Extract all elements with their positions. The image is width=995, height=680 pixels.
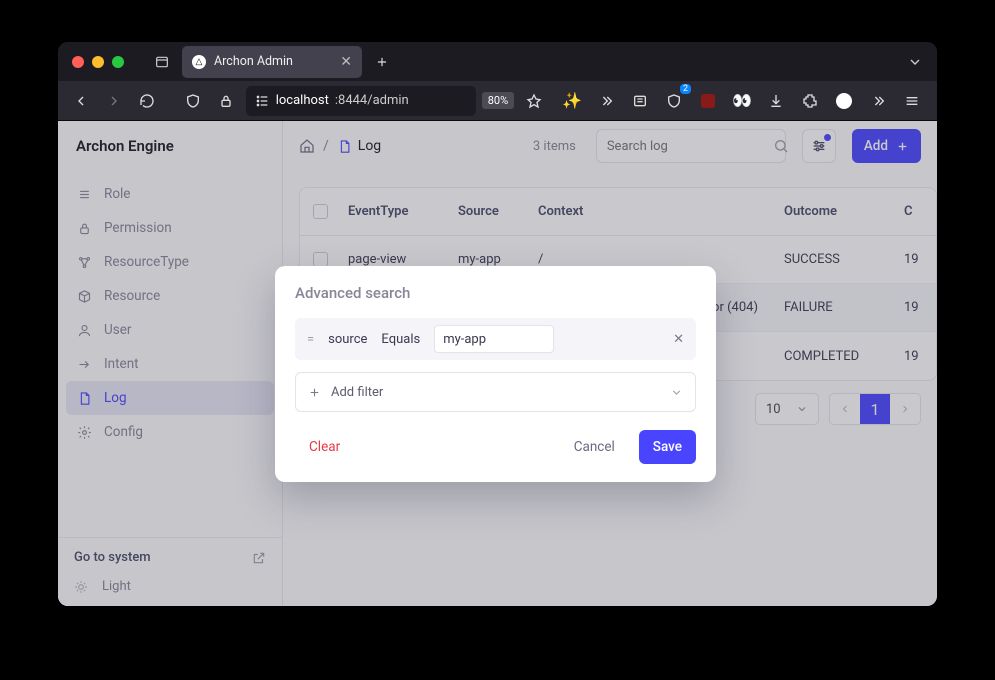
- cancel-button[interactable]: Cancel: [560, 430, 629, 464]
- reader-icon[interactable]: [625, 86, 655, 116]
- browser-tab[interactable]: △ Archon Admin ✕: [182, 46, 362, 78]
- minimize-window[interactable]: [92, 56, 104, 68]
- ext-circle-icon[interactable]: [829, 86, 859, 116]
- toolbar-overflow-icon[interactable]: [863, 86, 893, 116]
- tab-title: Archon Admin: [214, 54, 293, 69]
- save-button[interactable]: Save: [639, 430, 696, 464]
- clear-button[interactable]: Clear: [295, 430, 354, 464]
- filter-value: my-app: [443, 332, 486, 347]
- advanced-search-modal: Advanced search = source Equals my-app ✕…: [275, 266, 716, 482]
- ext-badge-count: 2: [680, 84, 691, 94]
- url-path: :8444/admin: [335, 93, 409, 108]
- browser-window: △ Archon Admin ✕ localhost :8444/admin 80…: [58, 42, 937, 606]
- zoom-badge[interactable]: 80%: [482, 92, 514, 109]
- tab-close-icon[interactable]: ✕: [340, 54, 352, 70]
- app-viewport: Archon Engine Role Permission ResourceTy…: [58, 121, 937, 606]
- filter-value-input[interactable]: my-app: [434, 325, 554, 353]
- titlebar: △ Archon Admin ✕: [58, 42, 937, 81]
- downloads-icon[interactable]: [761, 86, 791, 116]
- filter-row: = source Equals my-app ✕: [295, 318, 696, 360]
- window-controls: [72, 56, 124, 68]
- close-window[interactable]: [72, 56, 84, 68]
- ext-red-icon[interactable]: [693, 86, 723, 116]
- add-filter-label: Add filter: [331, 385, 383, 400]
- maximize-window[interactable]: [112, 56, 124, 68]
- ext-ublock-icon[interactable]: 2: [659, 86, 689, 116]
- url-bar[interactable]: localhost :8444/admin: [246, 86, 476, 116]
- plus-icon: [308, 386, 321, 399]
- url-host: localhost: [276, 93, 329, 108]
- lock-icon[interactable]: [213, 86, 240, 116]
- shield-icon[interactable]: [180, 86, 207, 116]
- remove-filter-icon[interactable]: ✕: [673, 332, 684, 347]
- tab-favicon: △: [192, 55, 206, 69]
- permissions-icon[interactable]: [254, 93, 270, 109]
- browser-toolbar: localhost :8444/admin 80% ✨ 2 👀: [58, 81, 937, 121]
- filter-op[interactable]: Equals: [381, 332, 420, 347]
- bookmark-star-icon[interactable]: [520, 86, 547, 116]
- chevron-down-icon: [670, 386, 683, 399]
- ext-sparkle-icon[interactable]: ✨: [557, 86, 587, 116]
- extensions-icon[interactable]: [795, 86, 825, 116]
- forward-button[interactable]: [101, 86, 128, 116]
- modal-title: Advanced search: [295, 284, 696, 302]
- ext-eyes-icon[interactable]: 👀: [727, 86, 757, 116]
- toolbar-extensions: ✨ 2 👀: [557, 86, 927, 116]
- sidebar-toggle-icon[interactable]: [148, 48, 176, 76]
- equals-icon: =: [307, 332, 314, 347]
- overflow-tabs-icon[interactable]: [901, 48, 929, 76]
- back-button[interactable]: [68, 86, 95, 116]
- reload-button[interactable]: [134, 86, 161, 116]
- ext-overflow-icon[interactable]: [591, 86, 621, 116]
- filter-field[interactable]: source: [328, 332, 367, 347]
- app-menu-icon[interactable]: [897, 86, 927, 116]
- modal-actions: Clear Cancel Save: [295, 430, 696, 464]
- add-filter-button[interactable]: Add filter: [295, 372, 696, 412]
- new-tab-button[interactable]: [368, 48, 396, 76]
